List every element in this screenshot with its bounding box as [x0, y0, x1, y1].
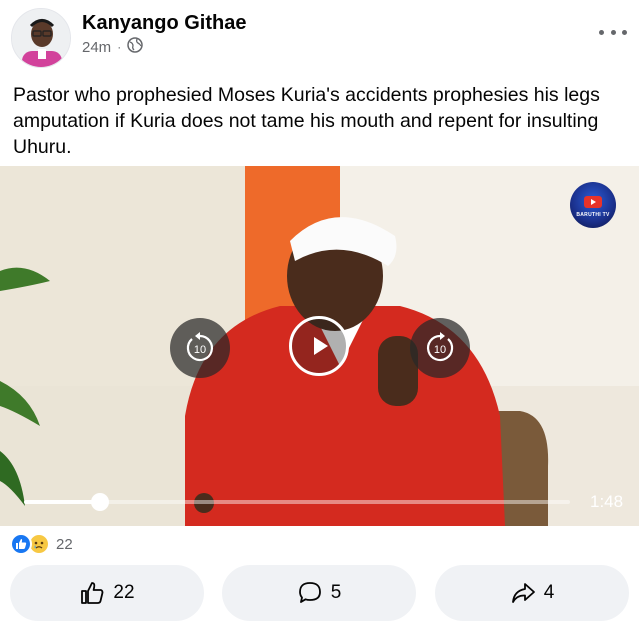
rewind-10-button[interactable]: 10	[170, 318, 230, 378]
author-name[interactable]: Kanyango Githae	[82, 12, 246, 35]
more-dot-icon	[622, 29, 627, 35]
share-icon	[511, 583, 535, 603]
action-bar: 22 5 4	[0, 565, 639, 621]
share-button[interactable]: 4	[435, 565, 629, 621]
meta-separator: ·	[117, 40, 122, 54]
like-count: 22	[113, 582, 135, 603]
forward-label: 10	[434, 344, 446, 356]
post-meta: 24m ·	[82, 37, 143, 57]
comment-count: 5	[330, 582, 342, 603]
rewind-icon: 10	[186, 332, 214, 362]
video-duration: 1:48	[590, 492, 624, 511]
reactions-summary[interactable]: 22	[10, 533, 73, 555]
video-player[interactable]: BARUTHI TV 10 10 1:48	[0, 166, 639, 526]
video-progress-bar[interactable]	[24, 493, 570, 511]
play-button[interactable]	[289, 316, 349, 376]
forward-10-button[interactable]: 10	[410, 318, 470, 378]
comment-icon	[298, 582, 321, 603]
author-avatar[interactable]	[11, 8, 71, 68]
like-icon	[10, 533, 32, 555]
more-dot-icon	[610, 29, 616, 35]
share-count: 4	[543, 582, 555, 603]
more-options-button[interactable]	[599, 22, 627, 42]
globe-icon	[127, 37, 143, 57]
channel-logo-text: BARUTHI TV	[576, 212, 610, 218]
more-dot-icon	[599, 29, 604, 35]
forward-icon: 10	[426, 332, 454, 362]
thumbs-up-icon	[81, 582, 104, 604]
comment-button[interactable]: 5	[222, 565, 416, 621]
play-icon	[314, 337, 328, 355]
reaction-count: 22	[56, 535, 73, 553]
channel-logo: BARUTHI TV	[570, 182, 616, 228]
progress-fill	[24, 500, 101, 504]
post-time[interactable]: 24m	[82, 39, 111, 56]
post-text: Pastor who prophesied Moses Kuria's acci…	[13, 84, 600, 158]
post-header: Kanyango Githae 24m ·	[0, 0, 639, 72]
rewind-label: 10	[194, 344, 206, 356]
like-button[interactable]: 22	[10, 565, 204, 621]
